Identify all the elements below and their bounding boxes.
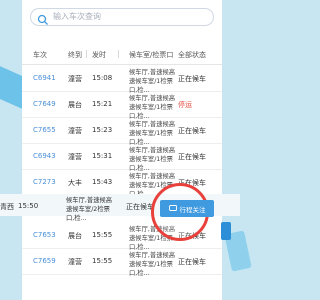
status-text: 停运	[178, 101, 192, 109]
train-number: C7655	[33, 126, 56, 134]
column-header-status[interactable]: 全部状态	[178, 50, 206, 60]
search-placeholder: 输入车次查询	[53, 12, 101, 21]
origin-city: 展台	[68, 232, 82, 240]
header-divider	[118, 50, 119, 58]
origin-city: 潼营	[68, 75, 82, 83]
follow-trip-label: 行程关注	[179, 205, 206, 214]
departure-time: 15:55	[92, 257, 113, 265]
departure-time: 15:31	[92, 152, 113, 160]
column-header-train: 车次	[33, 51, 47, 59]
table-row[interactable]: C6941 潼营 15:08 候车厅,普速候高速候车室/1检票口,检... 正在…	[22, 65, 222, 94]
table-row[interactable]: C7649 展台 15:21 候车厅,普速候高速候车室/1检票口,检... 停运	[22, 91, 222, 120]
train-number: C6941	[33, 74, 56, 82]
origin-city: 潼营	[68, 258, 82, 266]
status-text: 正在候车	[178, 153, 206, 161]
origin-city: 大丰	[68, 179, 82, 187]
train-number: C6943	[33, 152, 56, 160]
table-row[interactable]: C7659 潼营 15:55 候车厅,普速候高速候车室/1检票口,检... 正在…	[22, 248, 222, 277]
origin-city: 展台	[68, 101, 82, 109]
waiting-room: 候车厅,普速候高速候车室/2检票口,检...	[66, 197, 113, 222]
departure-time: 15:23	[92, 126, 113, 134]
waiting-room: 候车厅,普速候高速候车室/1检票口,检...	[129, 252, 176, 277]
origin-city: 潼营	[68, 127, 82, 135]
departure-time: 15:50	[18, 202, 39, 210]
search-input[interactable]: 输入车次查询	[30, 7, 214, 26]
status-text: 正在候车	[178, 127, 206, 135]
departure-time: 15:21	[92, 100, 113, 108]
table-row[interactable]: C6943 潼营 15:31 候车厅,普速候高速候车室/1检票口,检... 正在…	[22, 143, 222, 172]
train-number: C7659	[33, 257, 56, 265]
chat-icon	[168, 205, 177, 212]
status-text: 正在候车	[178, 75, 206, 83]
departure-time: 15:08	[92, 74, 113, 82]
side-handle[interactable]	[221, 222, 231, 240]
train-number: C7649	[33, 100, 56, 108]
origin-city: 潼营	[68, 153, 82, 161]
status-text: 正在候车	[178, 258, 206, 266]
search-icon	[37, 11, 49, 25]
column-header-from[interactable]: 终到	[68, 50, 82, 60]
search-bar: 输入车次查询	[22, 0, 222, 33]
table-header: 车次 终到 发时 候车室/检票口 全部状态	[22, 42, 222, 65]
train-number: C7273	[33, 178, 56, 186]
column-header-gate: 候车室/检票口	[129, 51, 174, 59]
column-header-time[interactable]: 发时	[92, 50, 106, 60]
origin-city: 青西	[0, 203, 14, 211]
table-row[interactable]: C7655 潼营 15:23 候车厅,普速候高速候车室/1检票口,检... 正在…	[22, 117, 222, 146]
train-number: C7653	[33, 231, 56, 239]
header-divider	[86, 50, 87, 58]
follow-trip-button[interactable]: 行程关注	[160, 200, 214, 217]
departure-time: 15:55	[92, 231, 113, 239]
departure-time: 15:43	[92, 178, 113, 186]
app-screen: 输入车次查询 车次 终到 发时 候车室/检票口 全部状态 C6941 潼营 15…	[22, 0, 222, 300]
status-text: 正在候车	[126, 203, 154, 211]
